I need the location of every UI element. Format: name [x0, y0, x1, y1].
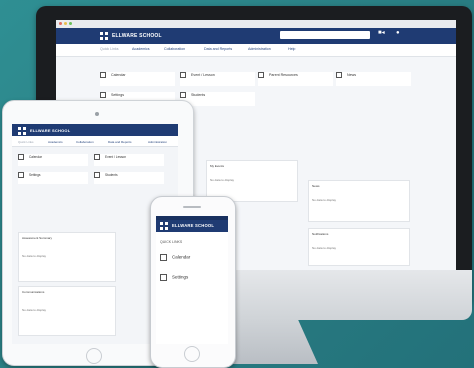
phone-speaker — [183, 206, 201, 208]
panel-title: Notifications — [312, 232, 329, 236]
panel-communications: Communications No data to display — [18, 286, 116, 336]
tablet-home-button[interactable] — [86, 348, 102, 364]
grid-icon[interactable] — [160, 222, 168, 230]
nav-academics[interactable]: Academics — [132, 47, 150, 51]
tile-settings[interactable]: Settings — [18, 172, 88, 184]
panel-empty-text: No data to display — [210, 178, 235, 182]
nav-help[interactable]: Help — [288, 47, 295, 51]
calendar-icon — [18, 154, 24, 160]
panel-title: News — [312, 184, 320, 188]
item-label: Settings — [172, 274, 189, 280]
calendar-icon — [100, 72, 106, 78]
video-icon[interactable]: ■◂ — [378, 29, 385, 37]
phone-item-settings[interactable]: Settings — [160, 274, 224, 288]
search-input[interactable] — [280, 31, 370, 39]
tile-label: Students — [105, 172, 118, 177]
grid-icon[interactable] — [18, 127, 26, 135]
panel-news: News No data to display — [308, 180, 410, 222]
nav-data-reports[interactable]: Data and Reports — [204, 47, 232, 51]
phone-screen: ELLWARE SCHOOL QUICK LINKS Calendar Sett… — [156, 216, 228, 344]
tile-label: Students — [191, 92, 206, 97]
panel-assessment: Assessment Summary No data to display — [18, 232, 116, 282]
nav-administration[interactable]: Administration — [148, 140, 167, 144]
panel-empty-text: No data to display — [22, 308, 47, 312]
quick-links-heading: QUICK LINKS — [160, 240, 183, 244]
settings-icon — [100, 92, 106, 98]
settings-icon — [18, 172, 24, 178]
school-name: ELLWARE SCHOOL — [30, 128, 71, 133]
panel-empty-text: No data to display — [22, 254, 47, 258]
minimize-dot-icon[interactable] — [64, 22, 67, 25]
panel-empty-text: No data to display — [312, 198, 337, 202]
calendar-icon — [160, 254, 167, 261]
tile-calendar[interactable]: Calendar — [100, 72, 175, 86]
students-icon — [180, 92, 186, 98]
zoom-dot-icon[interactable] — [69, 22, 72, 25]
tile-label: Parent Resources — [269, 72, 298, 77]
panel-title: Assessment Summary — [22, 236, 53, 240]
settings-icon — [160, 274, 167, 281]
tile-label: Settings — [29, 172, 41, 177]
tile-label: Calendar — [29, 154, 42, 159]
nav-academics[interactable]: Academics — [48, 140, 63, 144]
school-name: ELLWARE SCHOOL — [172, 223, 215, 228]
close-dot-icon[interactable] — [59, 22, 62, 25]
phone-item-calendar[interactable]: Calendar — [160, 254, 224, 268]
event-icon — [180, 72, 186, 78]
event-icon — [94, 154, 100, 160]
apple-logo — [244, 284, 266, 306]
nav-collaboration[interactable]: Collaboration — [164, 47, 185, 51]
item-label: Calendar — [172, 254, 191, 260]
nav-data-reports[interactable]: Data and Reports — [108, 140, 132, 144]
tile-calendar[interactable]: Calendar — [18, 154, 88, 166]
tile-students[interactable]: Students — [94, 172, 164, 184]
tile-parent-resources[interactable]: Parent Resources — [258, 72, 333, 86]
phone-home-button[interactable] — [184, 346, 200, 362]
tile-label: Event / Lesson — [105, 154, 127, 159]
user-icon[interactable]: ● — [396, 29, 400, 37]
news-icon — [336, 72, 342, 78]
tile-label: Event / Lesson — [191, 72, 215, 77]
nav-quick-links[interactable]: Quick Links — [18, 140, 34, 144]
grid-icon[interactable] — [100, 32, 108, 40]
tile-event-lesson[interactable]: Event / Lesson — [94, 154, 164, 166]
tile-event-lesson[interactable]: Event / Lesson — [180, 72, 255, 86]
panel-title: My Events — [210, 164, 225, 168]
nav-administration[interactable]: Administration — [248, 47, 271, 51]
students-icon — [94, 172, 100, 178]
panel-empty-text: No data to display — [312, 246, 337, 250]
school-name: ELLWARE SCHOOL — [112, 33, 162, 39]
resources-icon — [258, 72, 264, 78]
nav-collaboration[interactable]: Collaboration — [76, 140, 94, 144]
nav-quick-links[interactable]: Quick Links — [100, 47, 119, 51]
panel-notifications: Notifications No data to display — [308, 228, 410, 266]
panel-title: Communications — [22, 290, 45, 294]
tile-label: Calendar — [111, 72, 126, 77]
tablet-camera — [95, 112, 99, 116]
tile-label: News — [347, 72, 356, 77]
tile-label: Settings — [111, 92, 124, 97]
tile-news[interactable]: News — [336, 72, 411, 86]
